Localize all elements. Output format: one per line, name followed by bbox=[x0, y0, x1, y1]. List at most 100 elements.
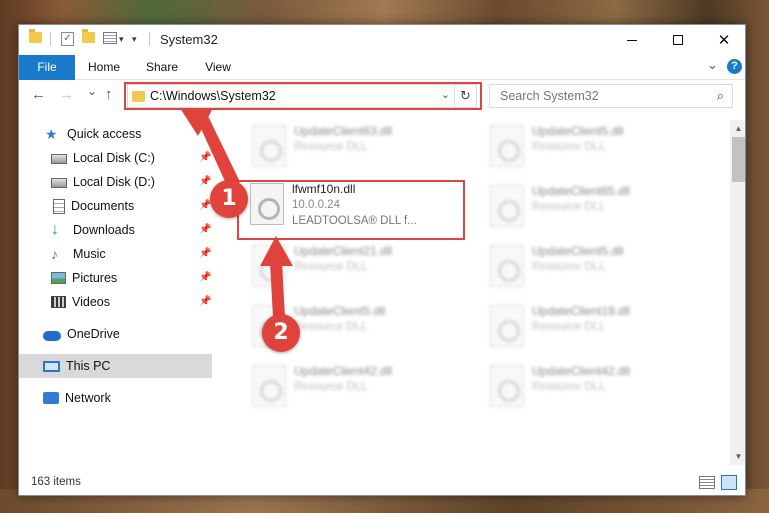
search-icon[interactable]: ⌕ bbox=[717, 88, 724, 104]
file-type: Resource DLL bbox=[294, 141, 368, 153]
file-item[interactable]: UpdateClient42.dll Resource DLL bbox=[242, 360, 472, 412]
forward-button[interactable]: → bbox=[59, 86, 74, 103]
document-icon bbox=[53, 198, 65, 214]
tab-share[interactable]: Share bbox=[135, 55, 189, 80]
dll-file-icon bbox=[252, 245, 286, 287]
dll-file-icon bbox=[252, 125, 286, 167]
sidebar-item-label: Local Disk (D:) bbox=[73, 175, 155, 189]
sidebar-item-label: Documents bbox=[71, 199, 135, 213]
file-name: UpdateClient65.dll bbox=[532, 184, 631, 198]
pin-icon[interactable]: 📌 bbox=[199, 224, 211, 235]
file-item[interactable]: UpdateClient19.dll Resource DLL bbox=[480, 300, 710, 352]
sidebar-item-downloads[interactable]: ↓ Downloads 📌 bbox=[19, 218, 212, 242]
sidebar-item-quick-access[interactable]: ★ Quick access bbox=[19, 122, 212, 146]
search-box[interactable]: Search System32 ⌕ bbox=[489, 84, 733, 108]
properties-check-icon[interactable]: ✓ bbox=[61, 32, 74, 46]
tab-home[interactable]: Home bbox=[77, 55, 131, 80]
sidebar-item-documents[interactable]: Documents 📌 bbox=[19, 194, 212, 218]
tab-view[interactable]: View bbox=[191, 55, 245, 80]
star-icon: ★ bbox=[45, 126, 58, 142]
folder-icon bbox=[29, 29, 42, 43]
sidebar-item-network[interactable]: Network bbox=[19, 386, 212, 410]
close-button[interactable]: ✕ bbox=[701, 25, 745, 55]
file-item[interactable]: UpdateClient42.dll Resource DLL bbox=[480, 360, 710, 412]
dll-file-icon bbox=[490, 305, 524, 347]
sidebar-item-onedrive[interactable]: OneDrive bbox=[19, 322, 212, 346]
pin-icon[interactable]: 📌 bbox=[199, 272, 211, 283]
toolbar-separator bbox=[50, 32, 51, 46]
cloud-icon bbox=[43, 330, 61, 341]
minimize-icon bbox=[627, 39, 637, 41]
help-icon[interactable]: ? bbox=[727, 59, 742, 74]
file-name: UpdateClient42.dll bbox=[294, 364, 393, 378]
sidebar-item-local-disk-d[interactable]: Local Disk (D:) 📌 bbox=[19, 170, 212, 194]
close-icon: ✕ bbox=[717, 32, 731, 49]
sidebar-item-label: Local Disk (C:) bbox=[73, 151, 155, 165]
search-input[interactable]: Search System32 bbox=[500, 89, 599, 103]
minimize-button[interactable] bbox=[609, 25, 655, 55]
video-icon bbox=[51, 296, 66, 308]
file-type: Resource DLL bbox=[294, 381, 368, 393]
quick-access-dropdown-icon[interactable]: ▾ bbox=[119, 34, 124, 45]
details-view-icon[interactable] bbox=[699, 476, 715, 489]
sidebar-item-pictures[interactable]: Pictures 📌 bbox=[19, 266, 212, 290]
large-icons-view-icon[interactable] bbox=[721, 475, 737, 490]
navigation-bar: ← → ⌄ ↑ C:\Windows\System32 ⌄ ↻ Search S… bbox=[19, 80, 745, 112]
address-bar-highlight bbox=[124, 82, 482, 110]
sidebar-item-label: Network bbox=[65, 391, 111, 405]
pin-icon[interactable]: 📌 bbox=[199, 152, 211, 163]
drive-icon bbox=[51, 178, 67, 188]
file-item[interactable]: UpdateClient65.dll Resource DLL bbox=[480, 180, 710, 232]
back-button[interactable]: ← bbox=[31, 86, 46, 103]
dll-file-icon bbox=[490, 125, 524, 167]
sidebar-item-local-disk-c[interactable]: Local Disk (C:) 📌 bbox=[19, 146, 212, 170]
file-item[interactable]: UpdateClient21.dll Resource DLL bbox=[242, 240, 472, 292]
vertical-scrollbar[interactable]: ▲ ▼ bbox=[730, 120, 745, 465]
sidebar-item-label: Pictures bbox=[72, 271, 118, 285]
scroll-up-icon[interactable]: ▲ bbox=[730, 120, 745, 137]
file-name: UpdateClient42.dll bbox=[532, 364, 631, 378]
scroll-down-icon[interactable]: ▼ bbox=[730, 448, 745, 465]
tab-file[interactable]: File bbox=[19, 55, 75, 80]
dll-file-icon bbox=[490, 185, 524, 227]
network-icon bbox=[43, 392, 59, 404]
sidebar-item-videos[interactable]: Videos 📌 bbox=[19, 290, 212, 314]
pin-icon[interactable]: 📌 bbox=[199, 176, 211, 187]
pin-icon[interactable]: 📌 bbox=[199, 296, 211, 307]
file-type: Resource DLL bbox=[294, 261, 368, 273]
step-2-badge: 2 bbox=[262, 314, 300, 352]
step-1-badge: 1 bbox=[210, 180, 248, 218]
sidebar-item-this-pc[interactable]: This PC bbox=[19, 354, 212, 378]
file-item[interactable]: UpdateClient5.dll Resource DLL bbox=[480, 120, 710, 172]
file-highlight bbox=[237, 180, 465, 240]
scroll-thumb[interactable] bbox=[732, 137, 745, 182]
dll-file-icon bbox=[490, 365, 524, 407]
title-separator bbox=[149, 32, 150, 46]
up-button[interactable]: ↑ bbox=[105, 86, 113, 103]
item-count: 163 items bbox=[31, 476, 81, 488]
maximize-button[interactable] bbox=[655, 25, 701, 55]
file-item[interactable]: UpdateClient63.dll Resource DLL bbox=[242, 120, 472, 172]
pin-icon[interactable]: 📌 bbox=[199, 248, 211, 259]
sidebar-item-label: This PC bbox=[66, 359, 111, 373]
file-type: Resource DLL bbox=[532, 141, 606, 153]
new-folder-icon[interactable] bbox=[82, 29, 95, 43]
expand-ribbon-icon[interactable]: ⌄ bbox=[707, 57, 718, 73]
file-name: UpdateClient19.dll bbox=[532, 304, 631, 318]
drive-icon bbox=[51, 154, 67, 164]
title-bar: ✓ ▾ ▾ System32 ✕ bbox=[19, 25, 745, 55]
file-name: UpdateClient63.dll bbox=[294, 124, 393, 138]
music-icon: ♪ bbox=[51, 246, 58, 262]
sidebar-item-music[interactable]: ♪ Music 📌 bbox=[19, 242, 212, 266]
recent-locations-button[interactable]: ⌄ bbox=[87, 84, 97, 98]
download-icon: ↓ bbox=[51, 221, 59, 238]
quick-access-properties-icon[interactable] bbox=[103, 32, 117, 44]
file-type: Resource DLL bbox=[294, 321, 368, 333]
file-item[interactable]: UpdateClient5.dll Resource DLL bbox=[480, 240, 710, 292]
dll-file-icon bbox=[490, 245, 524, 287]
pictures-icon bbox=[51, 272, 66, 284]
file-name: UpdateClient5.dll bbox=[294, 304, 386, 318]
navigation-pane: ★ Quick access Local Disk (C:) 📌 Local D… bbox=[19, 120, 212, 465]
sidebar-item-label: Downloads bbox=[73, 223, 135, 237]
customize-toolbar-icon[interactable]: ▾ bbox=[132, 34, 137, 45]
